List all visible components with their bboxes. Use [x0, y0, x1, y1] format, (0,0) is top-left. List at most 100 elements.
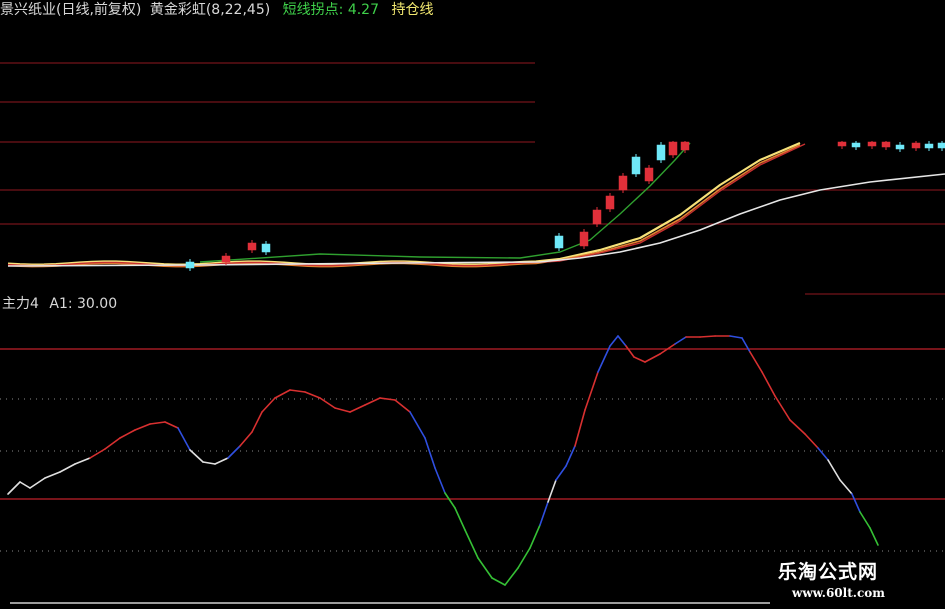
- oscillator-segment: [774, 395, 791, 421]
- oscillator-segment: [817, 447, 829, 461]
- watermark-name: 乐淘公式网: [778, 561, 879, 583]
- candle-body: [644, 167, 654, 182]
- oscillator-segment: [529, 524, 541, 549]
- oscillator-segment: [274, 389, 291, 399]
- oscillator-segment: [164, 421, 179, 429]
- oscillator-segment: [251, 411, 263, 433]
- oscillator-segment: [89, 448, 106, 459]
- oscillator-segment: [741, 337, 751, 353]
- oscillator-segment: [239, 431, 253, 447]
- candle-body: [911, 142, 921, 149]
- oscillator-segment: [761, 371, 776, 397]
- price-header: 景兴纸业(日线,前复权) 黄金彩虹(8,22,45) 短线拐点: 4.27 持仓…: [0, 0, 433, 20]
- ma-yellow-line: [7, 141, 801, 266]
- candle-body: [618, 175, 628, 191]
- oscillator-segment: [104, 437, 121, 450]
- oscillator-segment: [202, 461, 216, 465]
- oscillator-segment: [729, 335, 743, 339]
- candle-body: [881, 141, 891, 148]
- osc-a1-value: A1: 30.00: [49, 296, 118, 312]
- oscillator-segment: [699, 335, 716, 338]
- oscillator-header: 主力4 A1: 30.00: [2, 294, 117, 314]
- candle-body: [579, 231, 589, 247]
- oscillator-segment: [214, 457, 229, 465]
- oscillator-segment: [625, 345, 635, 358]
- oscillator-segment: [134, 423, 151, 431]
- oscillator-segment: [119, 429, 136, 439]
- oscillator-segment: [7, 481, 21, 495]
- candle-body: [261, 243, 271, 253]
- ma-orange-line: [7, 144, 801, 268]
- oscillator-segment: [349, 404, 366, 413]
- oscillator-segment: [617, 335, 627, 347]
- oscillator-segment: [444, 492, 456, 509]
- oscillator-segment: [29, 477, 46, 489]
- candle-body: [867, 141, 877, 147]
- oscillator-segment: [304, 391, 321, 399]
- watermark-url: www.60lt.com: [792, 586, 885, 600]
- candle-body: [668, 141, 678, 156]
- candle-body: [680, 141, 690, 151]
- oscillator-segment: [227, 445, 241, 459]
- oscillator-segment: [44, 471, 61, 479]
- oscillator-segment: [491, 577, 506, 586]
- oscillator-segment: [674, 336, 687, 345]
- oscillator-segment: [409, 411, 426, 439]
- oscillator-segment: [584, 371, 599, 411]
- indicator-title: 黄金彩虹(8,22,45): [149, 2, 271, 18]
- oscillator-segment: [574, 409, 586, 447]
- oscillator-segment: [464, 529, 479, 559]
- oscillator-segment: [454, 507, 466, 531]
- oscillator-segment: [839, 479, 853, 495]
- oscillator-segment: [434, 467, 446, 494]
- oscillator-segment: [59, 463, 76, 473]
- oscillator-segment: [261, 397, 276, 413]
- candle-body: [656, 144, 666, 161]
- stock-title: 景兴纸业(日线,前复权): [0, 2, 142, 18]
- oscillator-segment: [394, 399, 411, 413]
- oscillator-segment: [859, 511, 871, 529]
- candle-body: [554, 235, 564, 249]
- oscillator-segment: [609, 335, 619, 347]
- oscillator-segment: [565, 445, 576, 467]
- candle-body: [837, 141, 847, 147]
- oscillator-segment: [477, 557, 493, 579]
- hold-label: 持仓线: [391, 2, 434, 18]
- oscillator-segment: [644, 353, 661, 363]
- oscillator-segment: [804, 433, 819, 449]
- oscillator-segment: [289, 389, 306, 393]
- oscillator-segment: [19, 481, 31, 489]
- osc-indicator-name: 主力4: [2, 296, 39, 312]
- oscillator-segment: [424, 437, 436, 469]
- candle-body: [605, 195, 615, 210]
- oscillator-segment: [555, 465, 567, 481]
- oscillator-segment: [851, 493, 861, 513]
- oscillator-segment: [827, 459, 841, 481]
- oscillator-segment: [319, 397, 336, 409]
- candle-body: [185, 261, 195, 269]
- oscillator-segment: [189, 449, 204, 463]
- oscillator-segment: [74, 457, 91, 465]
- candle-body: [631, 156, 641, 175]
- oscillator-segment: [504, 567, 519, 586]
- candle-body: [247, 242, 257, 251]
- oscillator-segment: [149, 421, 166, 425]
- oscillator-segment: [749, 351, 763, 373]
- ma-red-line: [7, 143, 806, 267]
- candle-body: [937, 142, 945, 149]
- oscillator-segment: [597, 345, 611, 373]
- candle-body: [592, 209, 602, 225]
- candle-body: [221, 255, 231, 263]
- chart-canvas[interactable]: [0, 0, 945, 609]
- oscillator-segment: [177, 427, 191, 451]
- oscillator-segment: [869, 527, 879, 546]
- oscillator-segment: [789, 419, 806, 435]
- candle-body: [924, 143, 934, 149]
- oscillator-segment: [517, 547, 531, 569]
- price-clip-mask: [535, 0, 945, 141]
- oscillator-segment: [334, 407, 351, 413]
- oscillator-segment: [633, 356, 646, 363]
- candle-body: [851, 142, 861, 148]
- pivot-label: 短线拐点: 4.27: [282, 2, 379, 18]
- chart-window: 景兴纸业(日线,前复权) 黄金彩虹(8,22,45) 短线拐点: 4.27 持仓…: [0, 0, 945, 609]
